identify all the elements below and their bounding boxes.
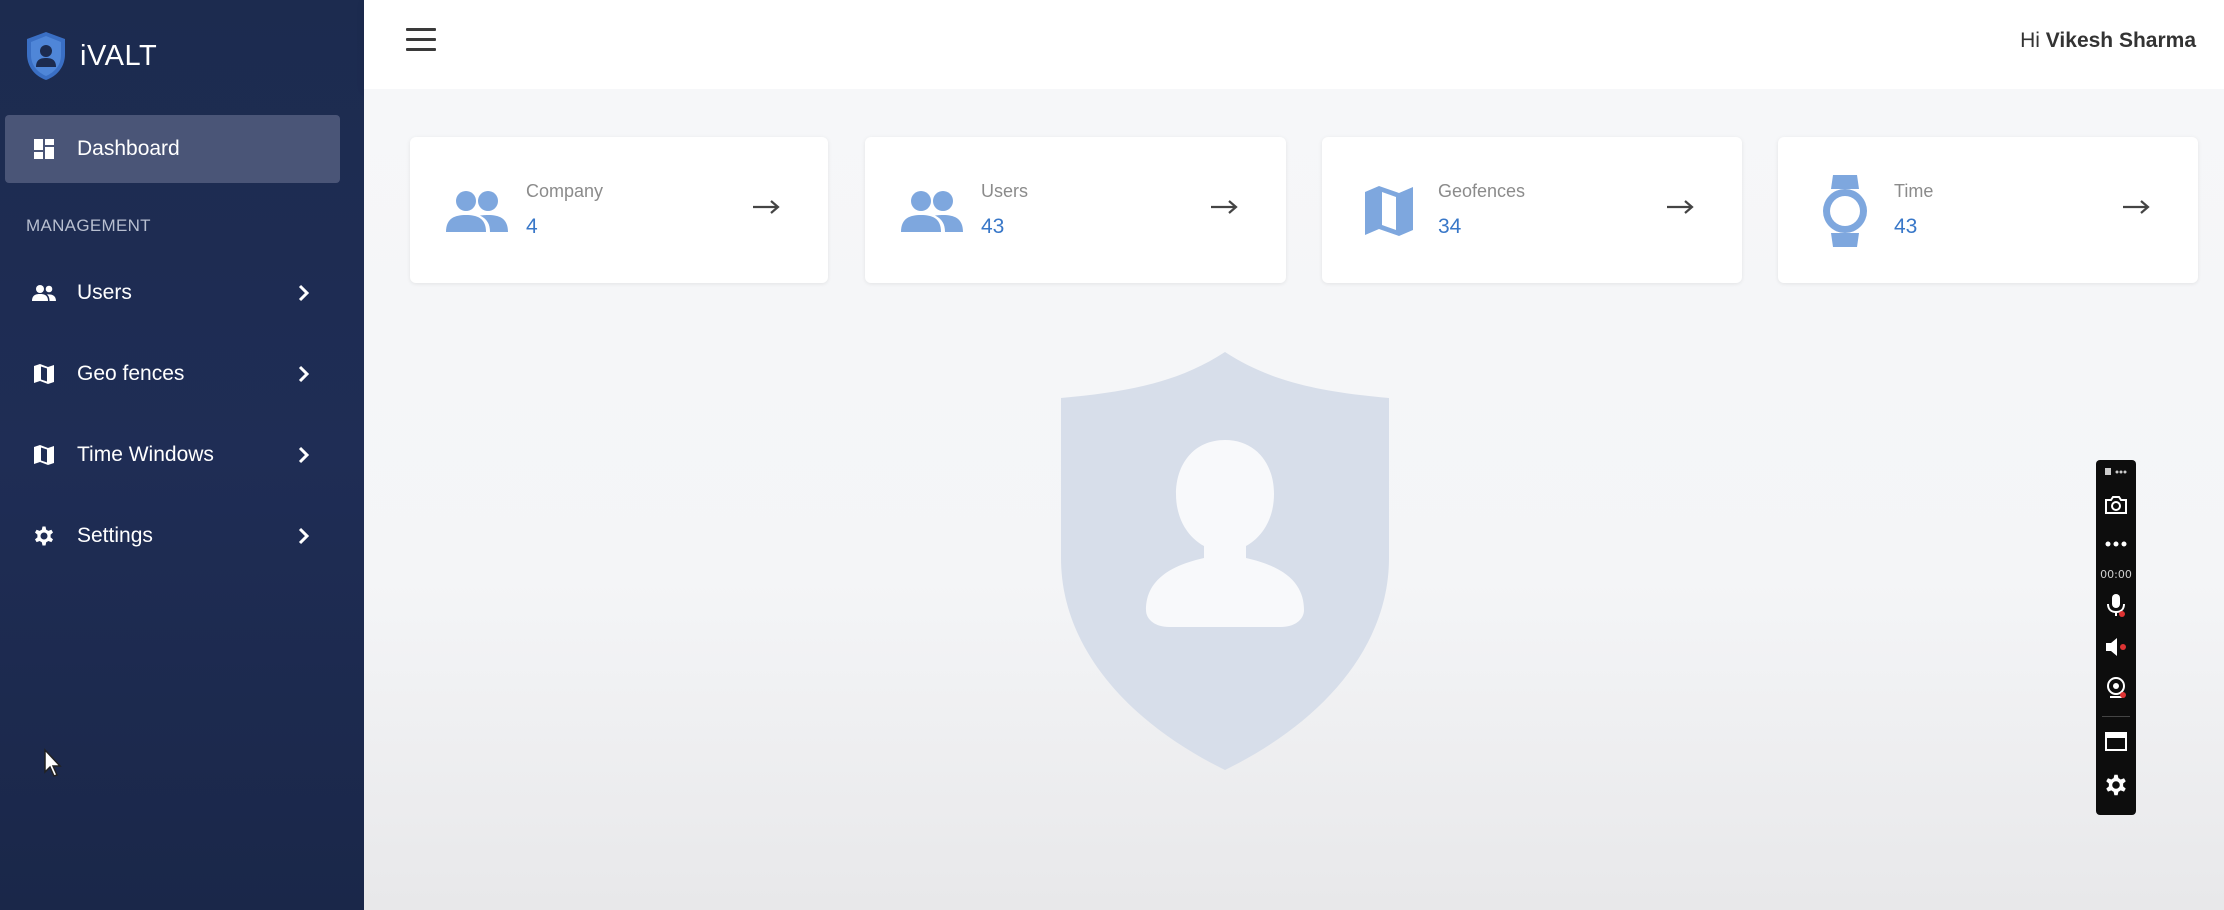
app: iVALT Dashboard MANAGEMENT Users Geo fen… [0,0,2224,910]
mouse-cursor-icon [44,748,62,777]
sidebar-item-label: Dashboard [77,137,180,160]
card-label: Time [1894,181,1934,201]
card-label: Company [526,181,604,201]
sidebar-item-dashboard[interactable]: Dashboard [5,115,340,183]
card-value: 34 [1438,215,1462,238]
card-label: Users [981,181,1029,201]
top-header: Hi Vikesh Sharma [364,0,2224,89]
menu-toggle-icon[interactable] [406,28,436,56]
watch-icon [1813,175,1877,247]
card-value: 43 [1894,215,1918,238]
arrow-right-icon [1210,197,1238,217]
sidebar-item-label: Geo fences [77,362,185,385]
brand[interactable]: iVALT [24,26,157,86]
section-heading-management: MANAGEMENT [26,216,151,235]
card-value: 43 [981,215,1005,238]
sidebar-item-users[interactable]: Users [5,259,340,327]
map-icon [31,361,57,387]
stat-card-time[interactable]: Time 43 [1778,137,2198,283]
dashboard-content: Company 4 Users 43 Geofences 34 Time 43 [364,89,2224,910]
screen-window-icon[interactable] [2100,727,2132,757]
greeting-prefix: Hi [2020,29,2040,52]
microphone-icon[interactable] [2100,590,2132,620]
stat-card-geofences[interactable]: Geofences 34 [1322,137,1742,283]
recorder-toolbar: 00:00 [2096,460,2136,815]
arrow-right-icon [752,197,780,217]
webcam-icon[interactable] [2100,673,2132,703]
sidebar: iVALT Dashboard MANAGEMENT Users Geo fen… [0,0,364,910]
user-greeting[interactable]: Hi Vikesh Sharma [2020,29,2196,53]
gear-icon[interactable] [2100,770,2132,800]
camera-icon[interactable] [2100,490,2132,520]
arrow-right-icon [2122,197,2150,217]
people-icon [900,183,964,239]
chevron-right-icon [292,282,314,304]
map-icon [31,442,57,468]
shield-logo-icon [27,32,65,80]
app-name: iVALT [80,39,158,72]
sidebar-item-geo-fences[interactable]: Geo fences [5,340,340,408]
stat-card-company[interactable]: Company 4 [410,137,828,283]
sidebar-item-settings[interactable]: Settings [5,502,340,570]
chevron-right-icon [292,363,314,385]
shield-watermark-icon [1061,352,1389,770]
sidebar-item-time-windows[interactable]: Time Windows [5,421,340,489]
sidebar-item-label: Settings [77,524,153,547]
sidebar-item-label: Time Windows [77,443,214,466]
user-name: Vikesh Sharma [2045,29,2196,52]
people-icon [445,183,509,239]
map-icon [1357,183,1421,239]
chevron-right-icon [292,444,314,466]
card-value: 4 [526,215,538,238]
arrow-right-icon [1666,197,1694,217]
recorder-menu-icon[interactable] [2100,462,2132,482]
card-label: Geofences [1438,181,1526,201]
dashboard-icon [31,136,57,162]
chevron-right-icon [292,525,314,547]
stat-card-users[interactable]: Users 43 [865,137,1286,283]
more-options-icon[interactable] [2100,534,2132,554]
users-icon [31,280,57,306]
gear-icon [31,523,57,549]
speaker-icon[interactable] [2100,632,2132,662]
recording-timer: 00:00 [2100,568,2132,581]
sidebar-item-label: Users [77,281,132,304]
